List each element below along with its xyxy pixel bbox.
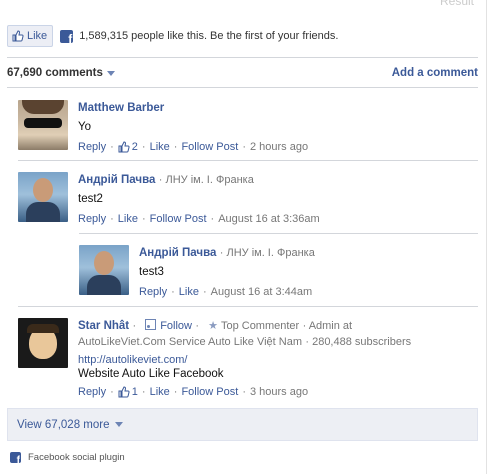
- timestamp: 3 hours ago: [249, 386, 309, 398]
- comment-actions: Reply · Like · Follow Post · August 16 a…: [78, 213, 320, 225]
- comment-text: Website Auto Like Facebook: [78, 368, 224, 380]
- avatar[interactable]: [79, 245, 129, 295]
- divider: [79, 233, 478, 234]
- commenter-affiliation: ЛНУ ім. І. Франка: [165, 174, 254, 186]
- like-count[interactable]: 2: [132, 141, 138, 153]
- comment-item: Star Nhât · Follow · ★ Top Commenter · Ad…: [18, 318, 470, 398]
- reply-link[interactable]: Reply: [139, 286, 167, 298]
- frame-border: [486, 0, 487, 474]
- facebook-logo-icon: [60, 29, 74, 43]
- comment-count: 67,690 comments: [7, 67, 103, 79]
- like-page-button[interactable]: Like: [7, 25, 54, 47]
- comment-text: test2: [78, 193, 103, 205]
- comment-item: Андрій Пачва · ЛНУ ім. І. Франка test2 R…: [18, 172, 320, 225]
- divider: [7, 57, 478, 58]
- like-link[interactable]: Like: [150, 386, 170, 398]
- timestamp: August 16 at 3:44am: [210, 286, 313, 298]
- avatar[interactable]: [18, 172, 68, 222]
- comments-toolbar: 67,690 comments Add a comment: [7, 67, 478, 79]
- view-more-label: View 67,028 more: [17, 418, 110, 431]
- top-commenter-badge: Top Commenter: [220, 320, 300, 332]
- commenter-name[interactable]: Star Nhât: [78, 320, 129, 332]
- comment-actions: Reply · Like · August 16 at 3:44am: [139, 286, 313, 298]
- chevron-down-icon: [115, 422, 124, 427]
- reply-link[interactable]: Reply: [78, 213, 106, 225]
- commenter-name[interactable]: Matthew Barber: [78, 102, 164, 114]
- timestamp: August 16 at 3:36am: [218, 213, 320, 225]
- thumbs-up-icon: [118, 141, 130, 153]
- follow-rss-icon: [145, 319, 157, 330]
- add-comment-link[interactable]: Add a comment: [392, 67, 478, 79]
- like-bar: Like 1,589,315 people like this. Be the …: [7, 25, 338, 47]
- comment-text: Yo: [78, 121, 92, 133]
- footer-label[interactable]: Facebook social plugin: [28, 452, 125, 463]
- avatar[interactable]: [18, 100, 68, 150]
- star-icon: ★: [208, 320, 218, 332]
- like-count[interactable]: 1: [132, 386, 138, 398]
- like-link[interactable]: Like: [118, 213, 138, 225]
- like-summary: 1,589,315 people like this. Be the first…: [79, 30, 339, 42]
- comment-item: Matthew Barber Yo Reply · 2 · Like · Fol…: [18, 100, 308, 153]
- follow-post-link[interactable]: Follow Post: [181, 141, 238, 153]
- commenter-name[interactable]: Андрій Пачва: [139, 247, 216, 259]
- timestamp: 2 hours ago: [249, 141, 309, 153]
- reply-link[interactable]: Reply: [78, 141, 106, 153]
- plugin-footer: Facebook social plugin: [10, 452, 125, 463]
- reply-link[interactable]: Reply: [78, 386, 106, 398]
- divider: [18, 160, 478, 161]
- follow-post-link[interactable]: Follow Post: [150, 213, 207, 225]
- comment-link[interactable]: http://autolikeviet.com/: [78, 354, 187, 366]
- chevron-down-icon: [106, 70, 115, 76]
- facebook-logo-icon: [10, 452, 21, 463]
- comment-actions: Reply · 2 · Like · Follow Post · 2 hours…: [78, 141, 309, 153]
- thumbs-up-icon: [12, 30, 24, 42]
- commenter-company: AutoLikeViet.Com Service Auto Like Việt …: [78, 336, 302, 348]
- thumbs-up-icon: [118, 386, 130, 398]
- follow-post-link[interactable]: Follow Post: [181, 386, 238, 398]
- comment-actions: Reply · 1 · Like · Follow Post · 3 hours…: [78, 386, 309, 398]
- reply-item: Андрій Пачва · ЛНУ ім. І. Франка test3 R…: [79, 245, 315, 298]
- commenter-role: Admin at: [308, 320, 353, 332]
- like-button-label: Like: [27, 30, 48, 42]
- avatar[interactable]: [18, 318, 68, 368]
- follow-user-link[interactable]: Follow: [160, 320, 192, 332]
- commenter-affiliation: ЛНУ ім. І. Франка: [226, 247, 315, 259]
- result-label: Result: [439, 0, 474, 8]
- subscriber-count: 280,488 subscribers: [312, 336, 412, 348]
- like-link[interactable]: Like: [179, 286, 199, 298]
- view-more-button[interactable]: View 67,028 more: [7, 408, 478, 441]
- comment-count-dropdown[interactable]: 67,690 comments: [7, 67, 115, 79]
- divider: [7, 87, 478, 88]
- like-link[interactable]: Like: [150, 141, 170, 153]
- comment-text: test3: [139, 266, 164, 278]
- commenter-name[interactable]: Андрій Пачва: [78, 174, 155, 186]
- divider: [18, 306, 478, 307]
